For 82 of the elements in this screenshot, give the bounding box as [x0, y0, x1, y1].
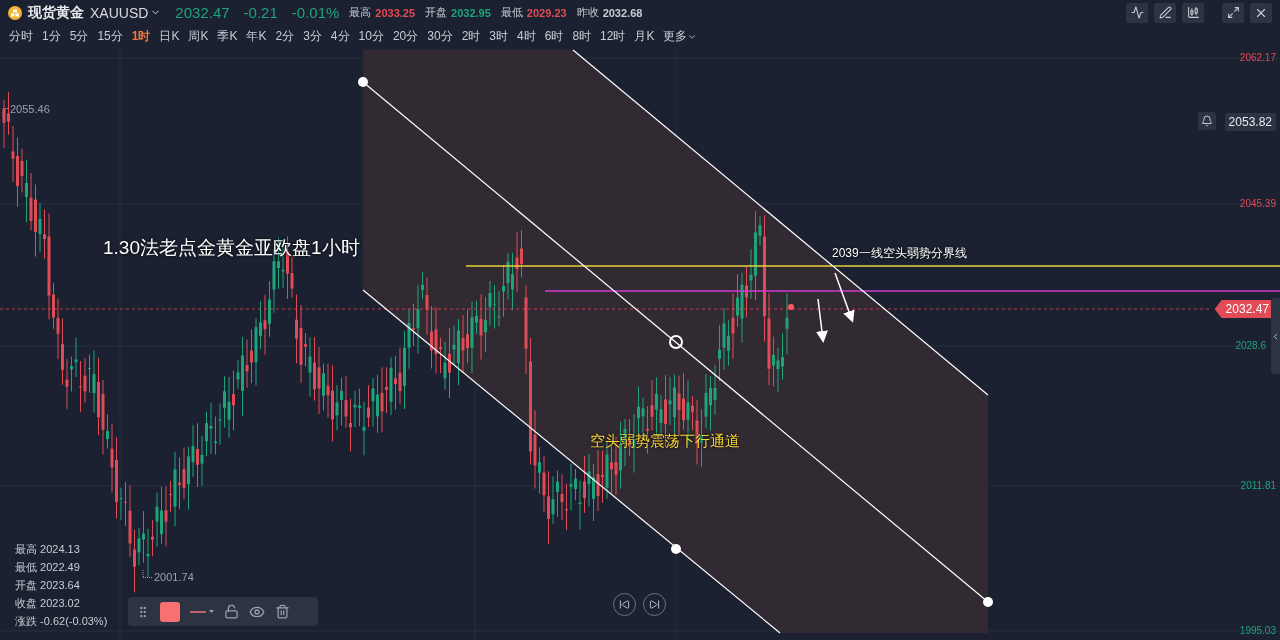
line-handle[interactable] — [983, 597, 993, 607]
trash-icon[interactable] — [275, 604, 290, 619]
candlestick-icon — [1186, 6, 1200, 19]
interval-tab[interactable]: 5分 — [69, 28, 89, 45]
line-handle[interactable] — [669, 335, 683, 349]
interval-tab[interactable]: 1分 — [42, 28, 61, 45]
stat-label: 最低 — [500, 5, 523, 20]
price-axis-label: 2062.17 — [1239, 52, 1276, 63]
expand-icon — [1226, 6, 1240, 19]
color-swatch[interactable] — [160, 601, 180, 622]
interval-tab[interactable]: 12时 — [600, 28, 626, 45]
alert-price-tag[interactable]: 2053.82 — [1224, 113, 1276, 131]
interval-tab[interactable]: 4时 — [517, 28, 536, 45]
coin-logo — [8, 5, 22, 20]
interval-tab[interactable]: 月K — [634, 28, 655, 45]
interval-tab[interactable]: 10分 — [358, 28, 384, 45]
price-axis-label: 2011.81 — [1240, 480, 1276, 491]
interval-tab[interactable]: 2时 — [461, 28, 481, 45]
ohlc-info: 收盘 2023.02 — [15, 596, 81, 611]
interval-tab[interactable]: 2分 — [275, 28, 295, 45]
interval-tab[interactable]: 日K — [159, 28, 180, 45]
price-axis-label: 1995.03 — [1239, 625, 1276, 636]
more-dropdown[interactable]: 更多 — [663, 28, 698, 45]
ohlc-info: 最高 2024.13 — [15, 542, 81, 557]
down-arrow — [834, 272, 855, 323]
interval-tab[interactable]: 季K — [217, 28, 238, 45]
interval-tab[interactable]: 8时 — [572, 28, 592, 45]
interval-tab[interactable]: 3时 — [489, 28, 508, 45]
chevron-left-icon — [1271, 331, 1280, 341]
interval-tab[interactable]: 分时 — [9, 28, 33, 45]
symbol-dropdown[interactable]: XAUUSD — [90, 4, 162, 21]
price-change-percent: -0.01% — [291, 4, 340, 21]
candlestick-button[interactable] — [1182, 2, 1204, 23]
interval-tab[interactable]: 3分 — [303, 28, 322, 45]
price-change: -0.21 — [243, 4, 278, 21]
ohlc-info: 开盘 2023.64 — [15, 578, 81, 593]
unlock-icon[interactable] — [224, 604, 239, 619]
indicator-button[interactable] — [1126, 2, 1148, 23]
stat-value: 2032.95 — [451, 6, 491, 19]
stat-value: 2033.25 — [375, 6, 416, 19]
fullscreen-button[interactable] — [1222, 2, 1244, 23]
stat-value: 2029.23 — [526, 6, 567, 19]
close-button[interactable] — [1250, 2, 1272, 23]
low-marker: 2001.74 — [154, 571, 194, 583]
price-axis-label: 2045.39 — [1239, 198, 1276, 209]
interval-tab[interactable]: 20分 — [392, 28, 419, 45]
low-leader-line — [142, 569, 153, 578]
line-style-dropdown[interactable] — [190, 607, 214, 616]
interval-tab[interactable]: 15分 — [97, 28, 123, 45]
channel-upper-line[interactable] — [572, 49, 989, 396]
interval-tab[interactable]: 1时 — [131, 28, 151, 45]
channel-lower-line[interactable] — [362, 289, 781, 634]
interval-tab[interactable]: 4分 — [330, 28, 350, 45]
draw-button[interactable] — [1154, 2, 1176, 23]
line-handle[interactable] — [671, 544, 681, 554]
price-axis-label: 2028.6 — [1235, 340, 1266, 351]
bell-icon[interactable] — [1198, 112, 1216, 130]
high-marker: 2055.46 — [10, 103, 50, 115]
down-arrow — [815, 298, 828, 343]
line-handle[interactable] — [358, 77, 368, 87]
ohlc-info: 涨跌 -0.62(-0.03%) — [15, 614, 108, 629]
ohlc-info: 最低 2022.49 — [15, 560, 81, 575]
pulse-line-icon — [1130, 6, 1144, 19]
instrument-name: 现货黄金 — [28, 3, 84, 22]
interval-tab[interactable]: 周K — [188, 28, 209, 45]
stat-label: 最高 — [349, 5, 372, 20]
skip-back-icon — [619, 599, 630, 610]
stat-value: 2032.68 — [602, 6, 643, 19]
boundary-note: 2039一线空头弱势分界线 — [832, 245, 967, 262]
price-glow-dot — [788, 304, 794, 310]
high-leader-line — [2, 108, 10, 119]
last-price: 2032.47 — [175, 4, 230, 21]
current-price-tag: 2032.47 — [1214, 300, 1274, 318]
pen-icon — [1158, 6, 1172, 19]
skip-back-button[interactable] — [613, 593, 636, 616]
stat-label: 昨收 — [576, 5, 599, 20]
stat-label: 开盘 — [425, 5, 448, 20]
interval-tab[interactable]: 6时 — [544, 28, 564, 45]
skip-forward-button[interactable] — [643, 593, 666, 616]
interval-tab[interactable]: 30分 — [427, 28, 453, 45]
interval-tab[interactable]: 年K — [246, 28, 267, 45]
skip-forward-icon — [649, 599, 660, 610]
